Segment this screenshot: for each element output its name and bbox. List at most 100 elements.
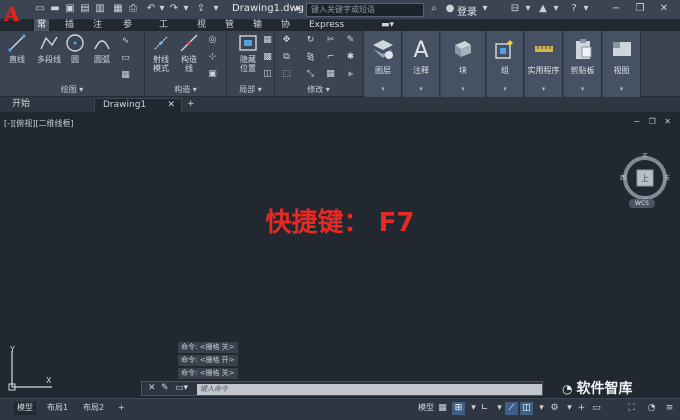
- block-button[interactable]: 块 ▾: [441, 31, 486, 97]
- cart-icon[interactable]: ⊟: [509, 3, 521, 15]
- stretch-icon[interactable]: ⬚: [281, 69, 292, 80]
- drawing-area[interactable]: [-][俯视][二维线框] − ❐ ✕ 快捷键： F7: [0, 113, 680, 398]
- login-link[interactable]: 登录: [457, 3, 477, 18]
- arc-tool[interactable]: 圆弧: [90, 33, 114, 64]
- customize-wrench-icon[interactable]: ✎: [161, 383, 169, 393]
- search-input[interactable]: 键入关键字或短语: [306, 3, 424, 17]
- help-dropdown-icon[interactable]: ▾: [580, 3, 592, 15]
- object-snap-icon[interactable]: ◫: [520, 402, 533, 415]
- offset-icon[interactable]: ⫸: [345, 69, 356, 80]
- xline-tool[interactable]: 构造 线: [176, 33, 202, 73]
- user-icon[interactable]: ●: [444, 3, 456, 15]
- move-icon[interactable]: ✥: [281, 35, 292, 46]
- divide-icon[interactable]: ⊹: [207, 52, 218, 63]
- close-icon[interactable]: ✕: [658, 3, 670, 15]
- save-icon[interactable]: ▣: [64, 3, 76, 15]
- viewcube-face-top[interactable]: 上: [641, 174, 649, 183]
- local-panel-title[interactable]: 局部 ▾: [227, 84, 274, 95]
- restore-icon[interactable]: ❐: [634, 3, 646, 15]
- viewcube-east[interactable]: 东: [664, 174, 670, 182]
- isodraft-icon[interactable]: ⟋: [505, 402, 518, 415]
- hatch-icon[interactable]: ▦: [120, 70, 131, 81]
- fillet-icon[interactable]: ⌐: [325, 52, 336, 63]
- tab-model[interactable]: 模型: [14, 402, 36, 415]
- local-option-1-icon[interactable]: ▦: [262, 35, 273, 46]
- redo-icon[interactable]: ↷: [168, 3, 180, 15]
- isolate-icon[interactable]: ▭: [590, 402, 603, 415]
- share-icon[interactable]: ⇪: [195, 3, 207, 15]
- new-file-icon[interactable]: ▭: [34, 3, 46, 15]
- tab-drawing1[interactable]: Drawing1 ✕: [94, 98, 182, 112]
- line-tool[interactable]: 直线: [4, 33, 30, 64]
- workspace-icon[interactable]: +: [575, 402, 588, 415]
- draw-panel-title[interactable]: 绘图 ▾: [0, 84, 144, 95]
- local-option-2-icon[interactable]: ▩: [262, 52, 273, 63]
- annotation-scale-icon[interactable]: ⚙: [548, 402, 561, 415]
- minimize-icon[interactable]: −: [610, 3, 622, 15]
- app-logo[interactable]: A: [4, 1, 26, 31]
- clipboard-button[interactable]: 剪贴板 ▾: [564, 31, 602, 97]
- array-icon[interactable]: ▦: [325, 69, 336, 80]
- point-icon[interactable]: ◎: [207, 35, 218, 46]
- new-tab-button[interactable]: +: [184, 98, 200, 112]
- redo-dropdown-icon[interactable]: ▾: [180, 3, 192, 15]
- ortho-icon[interactable]: ∟: [478, 402, 491, 415]
- viewcube-north[interactable]: 北: [642, 153, 648, 159]
- circle-tool[interactable]: 圆: [64, 33, 86, 64]
- search-icon[interactable]: ⌕: [428, 3, 440, 15]
- qa-customize-icon[interactable]: ▾: [210, 3, 222, 15]
- open-file-icon[interactable]: ▬: [49, 3, 61, 15]
- polyline-tool[interactable]: 多段线: [32, 33, 66, 64]
- group-button[interactable]: 组 ▾: [487, 31, 524, 97]
- cart-dropdown-icon[interactable]: ▾: [522, 3, 534, 15]
- close-command-line-icon[interactable]: ✕: [148, 383, 156, 393]
- print-icon[interactable]: ⎙: [127, 3, 139, 15]
- annotation-button[interactable]: A 注释 ▾: [403, 31, 440, 97]
- spline-icon[interactable]: ∿: [120, 36, 131, 47]
- help-icon[interactable]: ?: [568, 3, 580, 15]
- snap-mode-icon[interactable]: ⊞: [452, 402, 465, 415]
- rectangle-icon[interactable]: ▭: [120, 53, 131, 64]
- cloud-open-icon[interactable]: ▦: [112, 3, 124, 15]
- hardware-accel-icon[interactable]: ◔: [645, 402, 658, 415]
- measure-icon[interactable]: ▣: [207, 69, 218, 80]
- construct-panel-title[interactable]: 构造 ▾: [145, 84, 226, 95]
- publish-icon[interactable]: ▥: [94, 3, 106, 15]
- utilities-button[interactable]: 实用程序 ▾: [525, 31, 563, 97]
- app-store-icon[interactable]: ▲: [537, 3, 549, 15]
- viewport-window-controls[interactable]: − ❐ ✕: [633, 117, 674, 126]
- tab-start[interactable]: 开始: [4, 98, 90, 112]
- ray-tool[interactable]: 射线 模式: [148, 33, 174, 73]
- login-dropdown-icon[interactable]: ▾: [479, 3, 491, 15]
- layers-button[interactable]: 图层 ▾: [365, 31, 402, 97]
- customize-status-icon[interactable]: ≡: [663, 402, 676, 415]
- modify-panel-title[interactable]: 修改 ▾: [275, 84, 362, 95]
- local-option-3-icon[interactable]: ◫: [262, 69, 273, 80]
- close-tab-icon[interactable]: ✕: [167, 99, 175, 112]
- mirror-icon[interactable]: ⧎: [305, 52, 316, 63]
- explode-icon[interactable]: ✱: [345, 52, 356, 63]
- erase-icon[interactable]: ✎: [345, 35, 356, 46]
- copy-icon[interactable]: ⧉: [281, 52, 292, 63]
- osnap-dropdown-icon[interactable]: ▾: [535, 402, 548, 415]
- recent-commands-icon[interactable]: ▭▾: [175, 383, 188, 393]
- clean-screen-icon[interactable]: ⛶: [625, 402, 638, 415]
- scale-icon[interactable]: ⤡: [305, 69, 316, 80]
- grid-icon[interactable]: ▦: [436, 402, 449, 415]
- hide-position-tool[interactable]: 隐藏 位置: [233, 33, 263, 73]
- trim-icon[interactable]: ✂: [325, 35, 336, 46]
- add-layout-button[interactable]: +: [115, 402, 128, 415]
- viewcube-west[interactable]: 西: [620, 175, 626, 182]
- rotate-icon[interactable]: ↻: [305, 35, 316, 46]
- tab-layout2[interactable]: 布局2: [80, 402, 107, 415]
- viewport-controls-label[interactable]: [-][俯视][二维线框]: [4, 118, 74, 129]
- viewcube[interactable]: 上 北 南 东 西: [620, 153, 670, 203]
- undo-dropdown-icon[interactable]: ▾: [156, 3, 168, 15]
- wcs-menu[interactable]: WCS: [629, 199, 655, 208]
- tab-layout1[interactable]: 布局1: [44, 402, 71, 415]
- model-space-toggle[interactable]: 模型: [415, 402, 437, 415]
- save-as-icon[interactable]: ▤: [79, 3, 91, 15]
- command-input[interactable]: 键入命令: [197, 384, 542, 395]
- view-button[interactable]: 视图 ▾: [603, 31, 641, 97]
- app-store-dropdown-icon[interactable]: ▾: [550, 3, 562, 15]
